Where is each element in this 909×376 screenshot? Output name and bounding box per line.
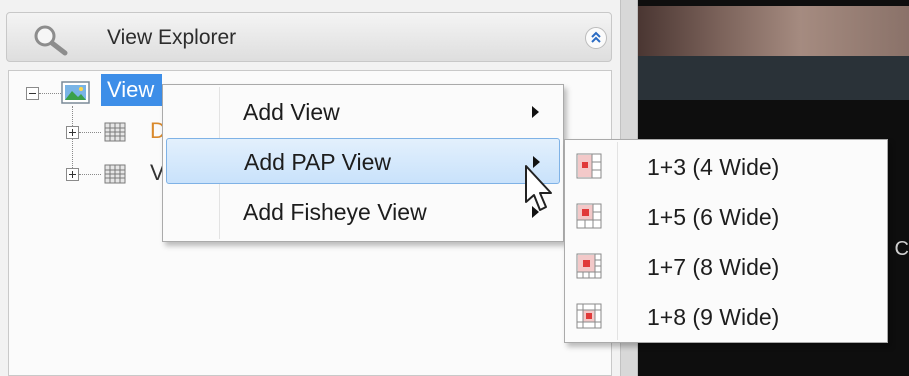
submenu-item-1plus3[interactable]: 1+3 (4 Wide) — [568, 142, 884, 192]
double-chevron-up-icon — [591, 31, 601, 43]
menu-item-label: Add View — [243, 99, 340, 125]
menu-item-label: Add Fisheye View — [243, 199, 427, 225]
search-icon — [34, 25, 68, 56]
mouse-cursor-icon — [525, 165, 552, 211]
menu-item-add-fisheye-view[interactable]: Add Fisheye View — [166, 189, 560, 235]
tree-connector — [72, 106, 73, 176]
submenu-item-label: 1+3 (4 Wide) — [647, 154, 780, 180]
view-landscape-icon — [61, 81, 90, 104]
grid-view-icon — [104, 164, 126, 184]
explorer-header: View Explorer — [6, 12, 612, 62]
tree-connector — [79, 132, 101, 133]
video-edge-text: C — [894, 238, 909, 260]
layout-1plus8-icon — [576, 303, 602, 329]
tree-node-view[interactable]: View — [101, 74, 163, 106]
expand-node-toggle[interactable] — [66, 168, 79, 181]
menu-item-label: Add PAP View — [244, 149, 392, 175]
collapse-button[interactable] — [585, 27, 607, 49]
menu-item-add-view[interactable]: Add View — [166, 89, 560, 135]
submenu-item-label: 1+5 (6 Wide) — [647, 204, 780, 230]
submenu-item-label: 1+7 (8 Wide) — [647, 254, 780, 280]
video-thumbnail — [638, 6, 909, 56]
expand-node-toggle[interactable] — [66, 126, 79, 139]
submenu-arrow-icon — [532, 106, 539, 118]
tree-connector — [79, 174, 101, 175]
context-menu: Add View Add PAP View Add Fisheye View — [162, 84, 564, 242]
submenu-item-label: 1+8 (9 Wide) — [647, 304, 780, 330]
collapse-node-toggle[interactable] — [26, 87, 39, 100]
submenu-item-1plus5[interactable]: 1+5 (6 Wide) — [568, 192, 884, 242]
pap-view-submenu: 1+3 (4 Wide) 1+5 (6 Wide) 1+7 (8 Wide) 1… — [564, 139, 888, 343]
layout-1plus3-icon — [576, 153, 602, 179]
video-strip — [638, 56, 909, 100]
layout-1plus5-icon — [576, 203, 602, 229]
explorer-title: View Explorer — [107, 26, 237, 49]
grid-view-icon — [104, 122, 126, 142]
menu-item-add-pap-view[interactable]: Add PAP View — [166, 138, 560, 184]
submenu-item-1plus8[interactable]: 1+8 (9 Wide) — [568, 292, 884, 342]
layout-1plus7-icon — [576, 253, 602, 279]
submenu-item-1plus7[interactable]: 1+7 (8 Wide) — [568, 242, 884, 292]
tree-connector — [39, 93, 61, 94]
